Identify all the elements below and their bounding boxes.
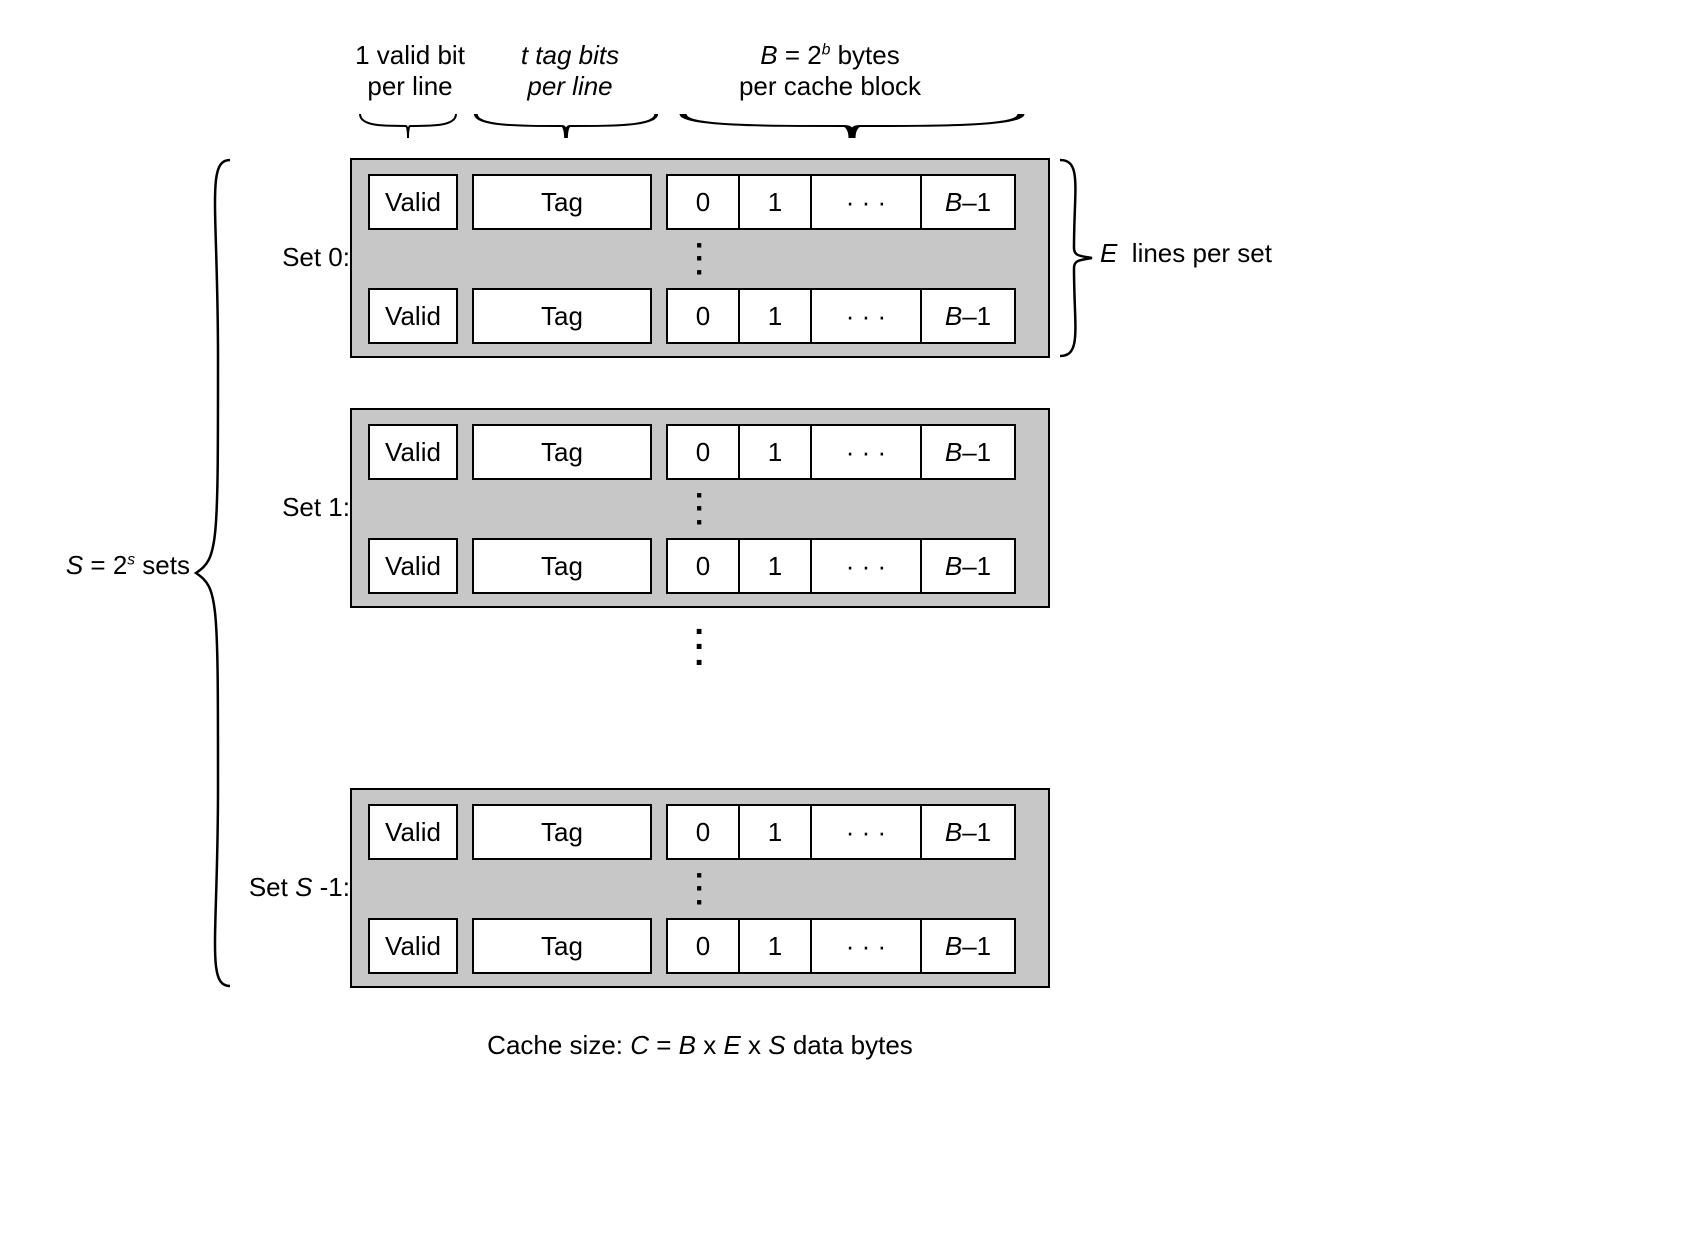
valid-cell: Valid xyxy=(368,538,458,594)
valid-cell: Valid xyxy=(368,424,458,480)
byte-last-suffix: –1 xyxy=(962,931,991,962)
byte-cell-0: 0 xyxy=(668,920,740,972)
set-1-box: Valid Tag 0 1 · · · B–1 ··· Valid Tag 0 … xyxy=(350,408,1050,608)
cache-line: Valid Tag 0 1 · · · B–1 xyxy=(368,918,1032,974)
byte-last-suffix: –1 xyxy=(962,187,991,218)
byte-cell-0: 0 xyxy=(668,806,740,858)
byte-cell-dots: · · · xyxy=(812,806,922,858)
block-row: 0 1 · · · B–1 xyxy=(666,918,1016,974)
brace-e-lines xyxy=(1058,158,1094,358)
byte-cell-dots: · · · xyxy=(812,540,922,592)
byte-cell-last: B–1 xyxy=(922,176,1014,228)
line-ellipsis: ··· xyxy=(368,480,1032,538)
caption-suffix: data bytes xyxy=(786,1030,913,1060)
caption-prefix: Cache size: xyxy=(487,1030,630,1060)
block-row: 0 1 · · · B–1 xyxy=(666,538,1016,594)
byte-cell-dots: · · · xyxy=(812,920,922,972)
set-label-last-var: S xyxy=(295,872,312,902)
tag-cell: Tag xyxy=(472,918,652,974)
byte-cell-1: 1 xyxy=(740,540,812,592)
byte-last-suffix: –1 xyxy=(962,437,991,468)
byte-cell-1: 1 xyxy=(740,426,812,478)
byte-cell-0: 0 xyxy=(668,540,740,592)
brace-valid-bit xyxy=(358,112,458,140)
block-row: 0 1 · · · B–1 xyxy=(666,288,1016,344)
byte-cell-dots: · · · xyxy=(812,426,922,478)
valid-cell: Valid xyxy=(368,918,458,974)
brace-tag-bits xyxy=(472,112,660,140)
annotation-tag-bits-text: t tag bitsper line xyxy=(521,40,619,101)
byte-last-suffix: –1 xyxy=(962,817,991,848)
set-0-box: Valid Tag 0 1 · · · B–1 ··· Valid Tag 0 … xyxy=(350,158,1050,358)
byte-cell-last: B–1 xyxy=(922,806,1014,858)
annotation-valid-bit-text: 1 valid bit per line xyxy=(355,40,465,101)
byte-last-var: B xyxy=(945,931,962,962)
brace-block-bytes xyxy=(676,112,1028,140)
valid-cell: Valid xyxy=(368,804,458,860)
valid-cell: Valid xyxy=(368,174,458,230)
tag-cell: Tag xyxy=(472,288,652,344)
block-row: 0 1 · · · B–1 xyxy=(666,424,1016,480)
byte-cell-last: B–1 xyxy=(922,290,1014,342)
byte-cell-0: 0 xyxy=(668,426,740,478)
tag-cell: Tag xyxy=(472,174,652,230)
valid-cell: Valid xyxy=(368,288,458,344)
byte-cell-last: B–1 xyxy=(922,920,1014,972)
cache-line: Valid Tag 0 1 · · · B–1 xyxy=(368,288,1032,344)
line-ellipsis: ··· xyxy=(368,230,1032,288)
annotation-block-bytes: B = 2b bytesper cache block xyxy=(670,40,990,102)
byte-cell-1: 1 xyxy=(740,290,812,342)
set-label-last: Set S -1: xyxy=(240,872,350,903)
annotation-block-bytes-text: B = 2b bytesper cache block xyxy=(739,40,921,101)
set-last-box: Valid Tag 0 1 · · · B–1 ··· Valid Tag 0 … xyxy=(350,788,1050,988)
brace-s-sets xyxy=(192,158,232,988)
set-label-1: Set 1: xyxy=(240,492,350,523)
tag-cell: Tag xyxy=(472,538,652,594)
block-row: 0 1 · · · B–1 xyxy=(666,804,1016,860)
byte-cell-dots: · · · xyxy=(812,290,922,342)
byte-last-var: B xyxy=(945,187,962,218)
tag-cell: Tag xyxy=(472,804,652,860)
cache-line: Valid Tag 0 1 · · · B–1 xyxy=(368,538,1032,594)
byte-last-suffix: –1 xyxy=(962,551,991,582)
byte-last-var: B xyxy=(945,301,962,332)
cache-organization-diagram: 1 valid bit per line t tag bitsper line … xyxy=(40,40,1666,1208)
cache-line: Valid Tag 0 1 · · · B–1 xyxy=(368,424,1032,480)
set-label-last-suffix: -1: xyxy=(312,872,350,902)
byte-last-var: B xyxy=(945,551,962,582)
annotation-e-lines: E lines per set xyxy=(1100,238,1272,269)
sets-ellipsis: ··· xyxy=(350,625,1050,671)
block-row: 0 1 · · · B–1 xyxy=(666,174,1016,230)
byte-last-var: B xyxy=(945,437,962,468)
tag-cell: Tag xyxy=(472,424,652,480)
cache-line: Valid Tag 0 1 · · · B–1 xyxy=(368,174,1032,230)
byte-cell-last: B–1 xyxy=(922,426,1014,478)
byte-cell-dots: · · · xyxy=(812,176,922,228)
annotation-tag-bits: t tag bitsper line xyxy=(470,40,670,102)
byte-last-var: B xyxy=(945,817,962,848)
byte-cell-0: 0 xyxy=(668,176,740,228)
byte-last-suffix: –1 xyxy=(962,301,991,332)
byte-cell-1: 1 xyxy=(740,806,812,858)
line-ellipsis: ··· xyxy=(368,860,1032,918)
byte-cell-1: 1 xyxy=(740,920,812,972)
set-label-0: Set 0: xyxy=(240,242,350,273)
byte-cell-0: 0 xyxy=(668,290,740,342)
cache-line: Valid Tag 0 1 · · · B–1 xyxy=(368,804,1032,860)
annotation-s-sets: S = 2s sets xyxy=(40,550,190,581)
set-label-last-prefix: Set xyxy=(249,872,295,902)
byte-cell-last: B–1 xyxy=(922,540,1014,592)
caption-cache-size: Cache size: C = B x E x S data bytes xyxy=(350,1030,1050,1061)
byte-cell-1: 1 xyxy=(740,176,812,228)
